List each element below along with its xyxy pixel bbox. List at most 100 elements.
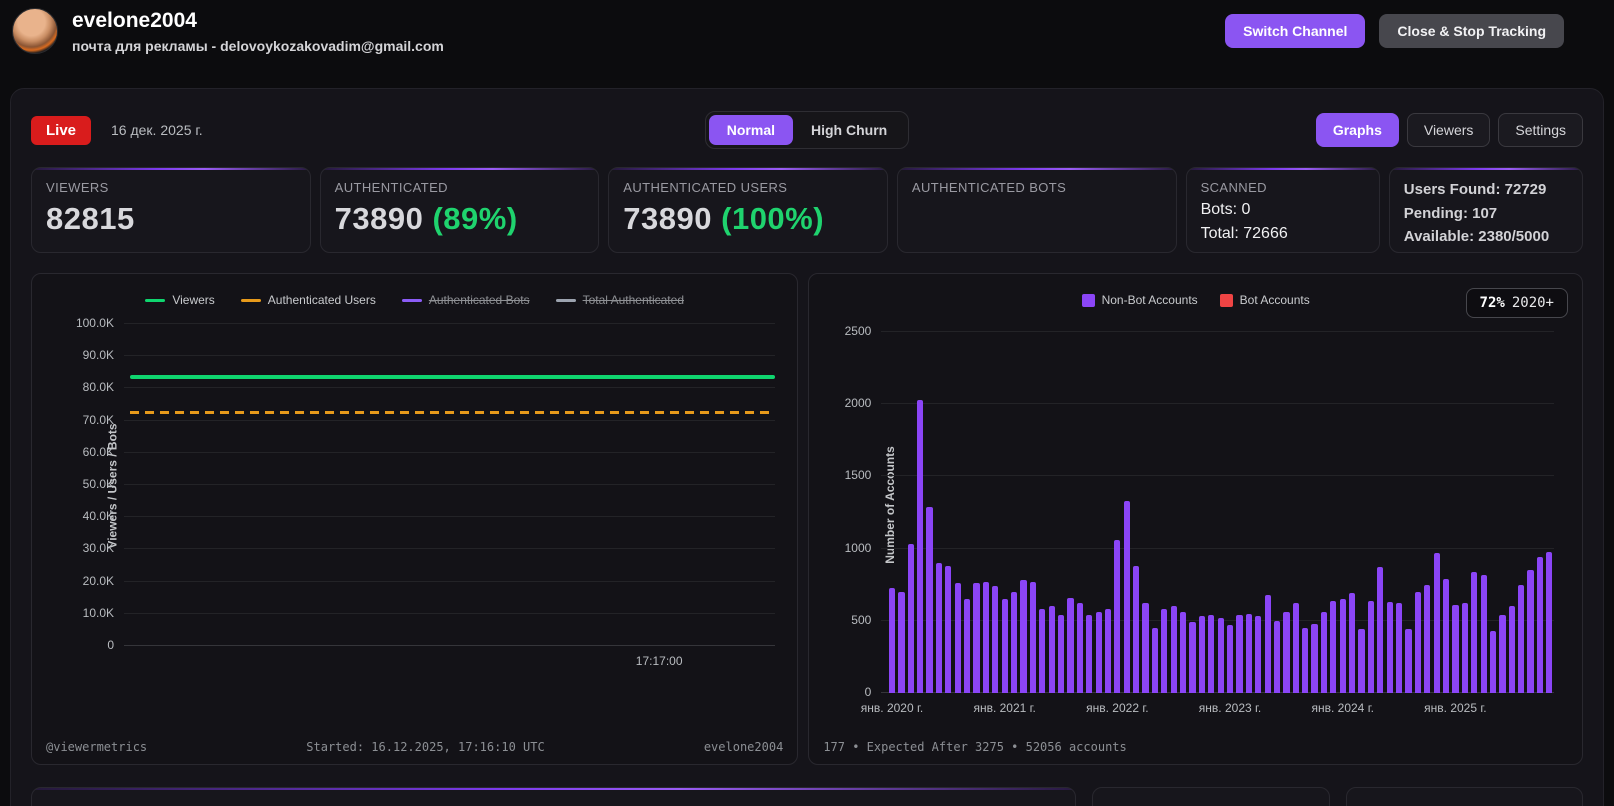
- bar: [1527, 570, 1534, 693]
- legend-label: Non-Bot Accounts: [1101, 293, 1198, 307]
- legend-item-authenticated-users[interactable]: Authenticated Users: [240, 293, 376, 307]
- stat-number: 73890: [334, 201, 424, 236]
- bar: [1396, 603, 1403, 693]
- stat-value-authenticated-users: 73890 (100%): [623, 201, 873, 237]
- bar: [1339, 599, 1346, 693]
- bar-chart-footer: 177 • Expected After 3275 • 52056 accoun…: [823, 740, 1568, 754]
- gridline: 90.0K: [83, 348, 776, 362]
- bar: [888, 587, 896, 693]
- live-badge: Live: [31, 115, 92, 145]
- tab-graphs[interactable]: Graphs: [1315, 113, 1399, 147]
- legend-item-bot-accounts[interactable]: Bot Accounts: [1219, 293, 1310, 307]
- bar: [1208, 615, 1215, 693]
- bar: [1189, 622, 1196, 693]
- bar: [1480, 574, 1487, 693]
- y-tick-label: 1500: [844, 468, 872, 483]
- mode-normal-button[interactable]: Normal: [708, 115, 793, 145]
- card-accent: [32, 168, 310, 170]
- bar: [1358, 629, 1365, 693]
- card-accent: [897, 168, 1176, 170]
- authenticated-users-swatch: [240, 298, 261, 302]
- total-authenticated-swatch: [555, 298, 576, 302]
- card-accent: [320, 168, 599, 170]
- stats-row: VIEWERS 82815 AUTHENTICATED 73890 (89%) …: [31, 167, 1584, 253]
- footer-watermark: @viewermetrics: [46, 740, 148, 754]
- stat-label: SCANNED: [1200, 180, 1267, 195]
- bar: [917, 399, 924, 693]
- gridline: 80.0K: [83, 380, 776, 394]
- bar: [1161, 609, 1168, 693]
- bar-footer-summary: 177 • Expected After 3275 • 52056 accoun…: [823, 740, 1127, 754]
- series-line-authenticated-users: [130, 411, 776, 415]
- y-tick-label: 60.0K: [82, 444, 114, 459]
- close-stop-tracking-button[interactable]: Close & Stop Tracking: [1379, 14, 1564, 48]
- bar: [1095, 612, 1102, 693]
- y-tick-label: 0: [107, 638, 114, 652]
- bar: [1226, 625, 1234, 693]
- y-tick-label: 40.0K: [82, 509, 114, 524]
- stat-label: AUTHENTICATED USERS: [623, 180, 788, 195]
- bottom-card-wide: [31, 787, 1076, 806]
- bar: [1414, 591, 1421, 693]
- bar: [1048, 606, 1055, 693]
- legend-item-viewers[interactable]: Viewers: [145, 293, 215, 307]
- bar: [926, 506, 933, 693]
- channel-subtitle: почта для рекламы - delovoykozakovadim@g…: [72, 37, 444, 54]
- badge-percent: 72%: [1479, 295, 1505, 311]
- bar: [1057, 615, 1065, 693]
- tab-settings[interactable]: Settings: [1498, 113, 1583, 147]
- viewers-line-chart-card: Viewers Authenticated Users Authenticate…: [31, 273, 799, 765]
- gridline: 40.0K: [83, 509, 776, 523]
- pending-line: Pending: 107: [1403, 204, 1498, 222]
- bar-chart-legend: Non-Bot Accounts Bot Accounts: [823, 288, 1568, 312]
- header: evelone2004 почта для рекламы - delovoyk…: [0, 0, 1614, 62]
- bar: [1405, 629, 1412, 693]
- y-tick-label: 100.0K: [75, 316, 114, 330]
- bar: [1198, 616, 1205, 693]
- bar: [1114, 539, 1121, 693]
- stat-label: AUTHENTICATED BOTS: [911, 180, 1067, 195]
- legend-label: Viewers: [172, 293, 215, 307]
- authenticated-bots-swatch: [401, 298, 422, 302]
- bar: [1471, 571, 1478, 693]
- y-tick-label: 1000: [844, 540, 872, 555]
- y-tick-label: 90.0K: [82, 348, 114, 363]
- gridline: 60.0K: [83, 445, 776, 459]
- legend-item-authenticated-bots[interactable]: Authenticated Bots: [401, 293, 530, 307]
- bar: [1536, 557, 1544, 693]
- card-accent: [609, 168, 887, 170]
- bar: [1170, 606, 1177, 693]
- legend-item-total-authenticated[interactable]: Total Authenticated: [555, 293, 684, 307]
- legend-label: Authenticated Users: [267, 293, 376, 307]
- tab-viewers[interactable]: Viewers: [1406, 113, 1491, 147]
- stat-card-accounts: Users Found: 72729 Pending: 107 Availabl…: [1388, 167, 1584, 253]
- header-actions: Switch Channel Close & Stop Tracking: [1225, 14, 1564, 48]
- charts-row: Viewers Authenticated Users Authenticate…: [31, 273, 1583, 765]
- line-chart-plot: Viewers / Users / Bots 0 10.0K 20.0K 30.0K 4…: [76, 316, 776, 668]
- bar: [1067, 597, 1074, 693]
- bottom-card-small-1: [1092, 787, 1330, 806]
- x-tick-label: янв. 2025 г.: [1424, 701, 1487, 715]
- stat-label: AUTHENTICATED: [334, 180, 448, 195]
- legend-item-nonbot-accounts[interactable]: Non-Bot Accounts: [1081, 293, 1198, 307]
- mode-high-churn-button[interactable]: High Churn: [793, 115, 905, 145]
- y-tick-label: 80.0K: [82, 380, 114, 395]
- y-tick-label: 2000: [844, 396, 872, 411]
- bar: [1142, 603, 1149, 693]
- legend-label: Authenticated Bots: [428, 293, 530, 307]
- bar: [1377, 567, 1384, 693]
- gridline: 50.0K: [83, 477, 776, 491]
- bot-accounts-swatch: [1219, 293, 1233, 307]
- bar: [1151, 628, 1159, 693]
- bar: [1236, 615, 1243, 693]
- bar: [1010, 591, 1018, 693]
- switch-channel-button[interactable]: Switch Channel: [1225, 14, 1366, 48]
- gridline: 20.0K: [83, 574, 776, 588]
- line-chart-legend: Viewers Authenticated Users Authenticate…: [46, 288, 783, 312]
- bar: [898, 591, 905, 693]
- bar: [935, 563, 943, 693]
- viewers-swatch: [145, 298, 166, 302]
- series-line-viewers: [130, 375, 776, 380]
- bar: [1029, 581, 1036, 693]
- x-tick-label: янв. 2024 г.: [1311, 701, 1374, 715]
